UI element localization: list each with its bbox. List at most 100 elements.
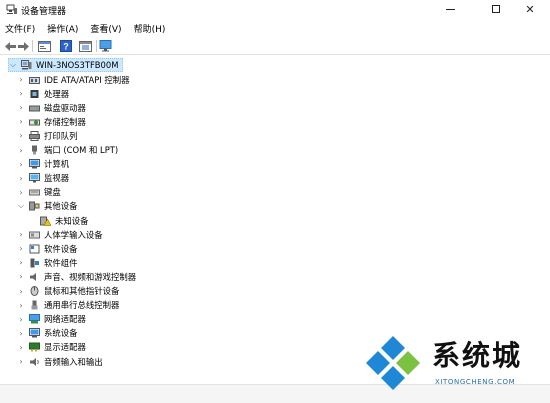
xitongcheng-logo-icon [366,336,420,390]
tree-item-label: 网络适配器 [44,314,86,325]
expand-chevron-icon[interactable]: › [17,131,25,141]
system-device-icon [29,328,40,338]
tree-item[interactable]: › 磁盘驱动器 [17,101,86,115]
tree-item[interactable]: › 通用串行总线控制器 [17,298,119,312]
tree-item-label: 计算机 [44,159,70,170]
watermark: 系统城 XITONGCHENG.COM [362,330,542,396]
expand-chevron-icon[interactable]: › [17,300,25,310]
expand-chevron-icon[interactable]: › [17,342,25,352]
unknown-device-warning-icon [40,216,52,226]
tree-item[interactable]: › 软件设备 [17,242,78,256]
tree-root-computer[interactable]: ⌵ WIN-3NOS3TFB00M [8,58,124,72]
menu-bar: 文件(F) 操作(A) 查看(V) 帮助(H) [0,20,550,36]
tree-item-label: 软件设备 [44,243,78,254]
expand-chevron-icon[interactable]: › [17,272,25,282]
tree-item[interactable]: › 计算机 [17,157,69,171]
processor-icon [29,89,40,99]
forward-button[interactable] [16,39,30,53]
port-icon [29,145,40,155]
scan-hardware-icon [99,40,111,52]
ide-controller-icon [29,75,40,85]
menu-help[interactable]: 帮助(H) [134,22,166,35]
tree-item[interactable]: › 显示适配器 [17,340,86,354]
monitor-icon [29,173,40,183]
menu-file[interactable]: 文件(F) [5,22,35,35]
minimize-button[interactable] [430,0,470,18]
tree-item-label: 存储控制器 [44,116,86,127]
tree-item[interactable]: 未知设备 [40,214,89,228]
tree-item-label: IDE ATA/ATAPI 控制器 [44,74,130,85]
storage-controller-icon [29,117,40,127]
tree-item[interactable]: › IDE ATA/ATAPI 控制器 [17,73,130,87]
expand-chevron-icon[interactable]: › [17,103,25,113]
expand-chevron-icon[interactable]: › [17,328,25,338]
expand-chevron-icon[interactable]: › [17,244,25,254]
tree-item[interactable]: › 音频输入和输出 [17,355,102,369]
toolbar-separator [32,40,33,52]
tree-item-label: 打印队列 [44,130,78,141]
update-driver-button[interactable] [78,39,92,53]
tree-item[interactable]: › 人体学输入设备 [17,228,103,242]
tree-item[interactable]: › 存储控制器 [17,115,86,129]
other-devices-icon [29,201,40,211]
tree-item[interactable]: › 网络适配器 [17,312,86,326]
expand-chevron-icon[interactable]: › [17,159,25,169]
expand-chevron-icon[interactable]: › [17,286,25,296]
tree-item-label: 通用串行总线控制器 [44,300,120,311]
scan-hardware-button[interactable] [98,39,112,53]
update-driver-icon [78,40,92,52]
tree-item-label: 人体学输入设备 [44,229,103,240]
menu-action[interactable]: 操作(A) [47,22,78,35]
collapse-chevron-icon[interactable]: ⌵ [9,60,17,70]
forward-arrow-icon [17,41,29,51]
window-title: 设备管理器 [21,7,67,17]
expand-chevron-icon[interactable]: › [17,89,25,99]
tree-item-label: 键盘 [44,187,61,198]
disk-drive-icon [29,103,40,113]
network-adapter-icon [29,314,40,324]
sound-icon [29,272,40,282]
tree-item-label: 鼠标和其他指针设备 [44,286,120,296]
tree-item[interactable]: › 系统设备 [17,326,78,340]
computer-root-icon [21,60,32,70]
expand-chevron-icon[interactable]: › [17,230,25,240]
expand-chevron-icon[interactable]: › [17,187,25,197]
tree-item[interactable]: › 监视器 [17,171,69,185]
tree-item-label: 显示适配器 [44,342,86,353]
display-adapter-icon [29,342,40,352]
tree-item-label: 未知设备 [55,215,89,226]
expand-chevron-icon[interactable]: › [17,75,25,85]
tree-item[interactable]: › 鼠标和其他指针设备 [17,284,119,298]
tree-item[interactable]: › 声音、视频和游戏控制器 [17,270,136,284]
tree-item-label: 磁盘驱动器 [44,102,86,113]
computer-icon [29,159,40,169]
collapse-chevron-icon[interactable]: ⌵ [17,201,25,211]
tree-item[interactable]: › 软件组件 [17,256,78,270]
expand-chevron-icon[interactable]: › [17,145,25,155]
expand-chevron-icon[interactable]: › [17,357,25,367]
back-button[interactable] [3,39,17,53]
tree-item[interactable]: › 打印队列 [17,129,78,143]
expand-chevron-icon[interactable]: › [17,173,25,183]
watermark-subtitle: XITONGCHENG.COM [435,378,516,386]
tree-item-label: 软件组件 [44,257,78,268]
software-device-icon [29,244,40,254]
printer-icon [29,130,40,141]
help-icon: ? [60,40,72,52]
toolbar: ? [0,37,550,55]
tree-item[interactable]: › 处理器 [17,87,69,101]
properties-button[interactable] [37,39,51,53]
expand-chevron-icon[interactable]: › [17,258,25,268]
close-button[interactable]: ✕ [510,0,550,18]
tree-item[interactable]: › 键盘 [17,185,61,199]
tree-item-label: 端口 (COM 和 LPT) [44,145,119,155]
tree-item[interactable]: ⌵ 其他设备 [17,199,78,213]
audio-io-icon [29,357,40,367]
tree-item[interactable]: › 端口 (COM 和 LPT) [17,143,118,157]
menu-view[interactable]: 查看(V) [90,22,121,35]
computer-name: WIN-3NOS3TFB00M [36,60,119,70]
help-button[interactable]: ? [59,39,73,53]
expand-chevron-icon[interactable]: › [17,117,25,127]
usb-icon [29,300,40,310]
expand-chevron-icon[interactable]: › [17,314,25,324]
